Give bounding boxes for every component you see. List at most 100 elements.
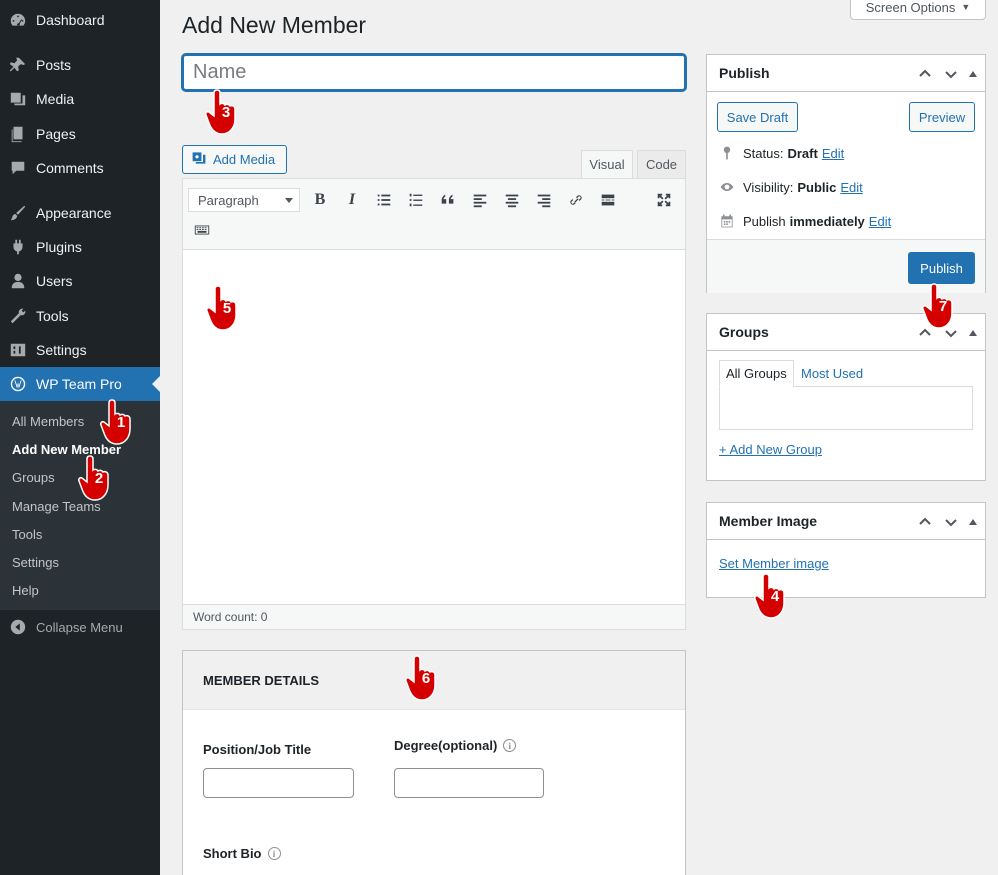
- chevron-up-icon[interactable]: [917, 66, 933, 82]
- add-media-label: Add Media: [213, 152, 276, 167]
- visibility-value: Public: [797, 179, 837, 195]
- schedule-edit-link[interactable]: Edit: [869, 214, 891, 229]
- toggle-panel-icon[interactable]: [969, 70, 977, 77]
- position-input[interactable]: [203, 768, 354, 798]
- save-draft-button[interactable]: Save Draft: [717, 102, 798, 132]
- menu-tools[interactable]: Tools: [0, 299, 160, 333]
- align-left-icon[interactable]: [466, 186, 494, 214]
- menu-comments[interactable]: Comments: [0, 151, 160, 185]
- settings-icon: [0, 341, 36, 359]
- member-name-input[interactable]: [182, 54, 686, 91]
- brush-icon: [0, 204, 36, 222]
- bold-icon[interactable]: B: [306, 186, 334, 214]
- link-icon[interactable]: [562, 186, 590, 214]
- member-image-box: Member Image Set Member image: [706, 502, 986, 598]
- media-icon: [191, 150, 207, 169]
- menu-pages[interactable]: Pages: [0, 117, 160, 151]
- toggle-panel-icon[interactable]: [969, 518, 977, 525]
- chevron-up-icon[interactable]: [917, 514, 933, 530]
- degree-label: Degree(optional) i: [394, 738, 517, 753]
- degree-input[interactable]: [394, 768, 544, 798]
- step-number: 2: [94, 470, 104, 487]
- tab-all-groups[interactable]: All Groups: [719, 360, 794, 387]
- align-right-icon[interactable]: [530, 186, 558, 214]
- chevron-down-icon[interactable]: [943, 514, 959, 530]
- screen-options-button[interactable]: Screen Options ▼: [850, 0, 986, 20]
- menu-label: WP Team Pro: [36, 376, 122, 392]
- submenu-tools[interactable]: Tools: [12, 527, 42, 542]
- italic-icon[interactable]: I: [338, 186, 366, 214]
- submenu-settings[interactable]: Settings: [12, 555, 59, 570]
- collapse-label: Collapse Menu: [36, 619, 123, 635]
- dashboard-icon: [0, 11, 36, 29]
- member-image-header: Member Image: [707, 503, 985, 540]
- set-member-image-link[interactable]: Set Member image: [719, 556, 829, 571]
- chevron-down-icon: [285, 198, 293, 203]
- wordpress-icon: [0, 375, 36, 393]
- schedule-row: Publish immediately Edit: [719, 213, 891, 229]
- menu-dashboard[interactable]: Dashboard: [0, 3, 160, 37]
- add-media-button[interactable]: Add Media: [182, 145, 287, 174]
- menu-settings[interactable]: Settings: [0, 333, 160, 367]
- submenu-all-members[interactable]: All Members: [12, 414, 84, 429]
- fullscreen-icon[interactable]: [650, 186, 678, 214]
- menu-label: Posts: [36, 57, 72, 73]
- menu-wp-team-pro[interactable]: WP Team Pro: [0, 367, 160, 401]
- status-edit-link[interactable]: Edit: [822, 146, 844, 161]
- menu-plugins[interactable]: Plugins: [0, 230, 160, 264]
- pages-icon: [0, 125, 36, 143]
- menu-media[interactable]: Media: [0, 82, 160, 116]
- step-number: 3: [221, 104, 231, 121]
- menu-appearance[interactable]: Appearance: [0, 196, 160, 230]
- toggle-panel-icon[interactable]: [969, 329, 977, 336]
- menu-label: Tools: [36, 308, 69, 324]
- menu-users[interactable]: Users: [0, 264, 160, 298]
- publish-value: immediately: [789, 213, 865, 229]
- read-more-icon[interactable]: [594, 186, 622, 214]
- editor-body[interactable]: [183, 250, 685, 604]
- pin-icon: [0, 56, 36, 74]
- tab-visual[interactable]: Visual: [581, 150, 633, 179]
- word-count: Word count: 0: [183, 604, 685, 629]
- visibility-edit-link[interactable]: Edit: [840, 180, 862, 195]
- add-new-group-link[interactable]: + Add New Group: [719, 442, 822, 457]
- collapse-menu-button[interactable]: Collapse Menu: [0, 610, 160, 644]
- publish-box-header: Publish: [707, 55, 985, 92]
- keyboard-icon[interactable]: [188, 216, 216, 244]
- annotation-hand-3: 3: [205, 88, 245, 136]
- annotation-hand-5: 5: [206, 284, 246, 332]
- menu-label: Media: [36, 91, 75, 107]
- submenu-help[interactable]: Help: [12, 583, 39, 598]
- visibility-label: Visibility:: [743, 179, 794, 195]
- editor-toolbar: Paragraph B I: [183, 179, 685, 250]
- groups-box-title: Groups: [719, 324, 769, 340]
- eye-icon: [720, 183, 734, 191]
- content-editor: Paragraph B I Word count: 0: [182, 178, 686, 630]
- menu-label: Comments: [36, 160, 104, 176]
- info-icon[interactable]: i: [503, 739, 517, 752]
- publish-label: Publish: [743, 213, 786, 229]
- publish-button[interactable]: Publish: [908, 252, 975, 284]
- media-icon: [0, 90, 36, 108]
- menu-label: Appearance: [36, 205, 112, 221]
- tab-most-used[interactable]: Most Used: [795, 360, 869, 387]
- bullet-list-icon[interactable]: [370, 186, 398, 214]
- preview-button[interactable]: Preview: [909, 102, 975, 132]
- bio-label-text: Short Bio: [203, 846, 262, 861]
- blockquote-icon[interactable]: [434, 186, 462, 214]
- comment-icon: [0, 159, 36, 177]
- plugin-icon: [0, 238, 36, 256]
- format-select[interactable]: Paragraph: [188, 188, 300, 212]
- tab-code[interactable]: Code: [637, 150, 686, 179]
- submenu-groups[interactable]: Groups: [12, 470, 55, 485]
- status-label: Status:: [743, 145, 784, 161]
- step-number: 4: [770, 588, 780, 605]
- align-center-icon[interactable]: [498, 186, 526, 214]
- degree-label-text: Degree(optional): [394, 738, 498, 753]
- chevron-down-icon[interactable]: [943, 66, 959, 82]
- visibility-row: Visibility: Public Edit: [719, 179, 863, 195]
- numbered-list-icon[interactable]: [402, 186, 430, 214]
- caret-down-icon: ▼: [961, 2, 971, 12]
- menu-posts[interactable]: Posts: [0, 48, 160, 82]
- info-icon[interactable]: i: [267, 847, 281, 860]
